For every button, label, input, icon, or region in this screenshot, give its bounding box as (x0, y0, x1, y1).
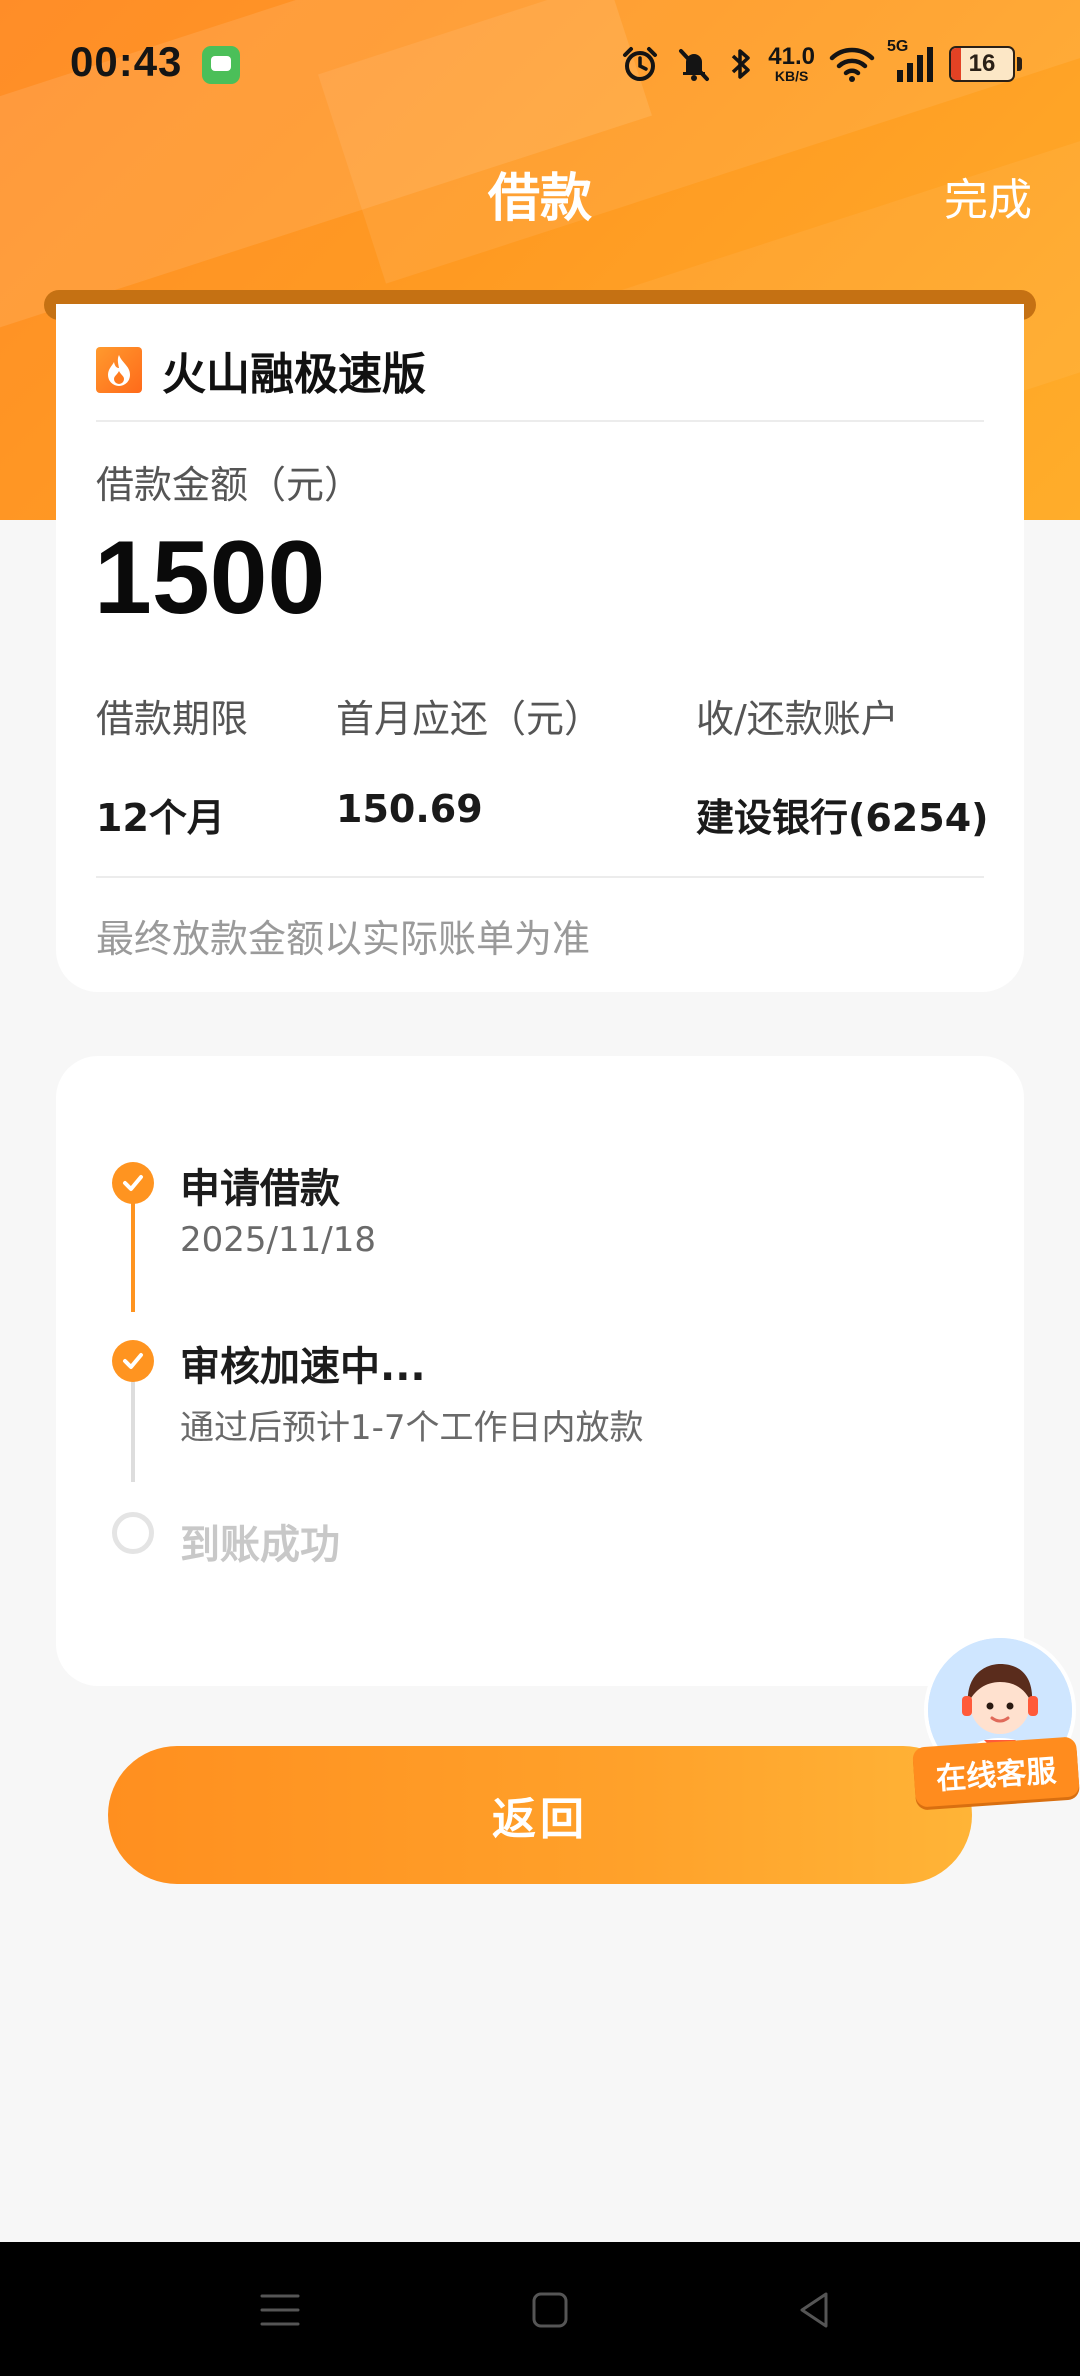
product-header: 火山融极速版 (96, 338, 426, 402)
loan-term-label: 借款期限 (96, 697, 249, 741)
amount-label: 借款金额（元） (96, 463, 363, 507)
divider (96, 876, 984, 878)
online-customer-service-button[interactable]: 在线客服 (910, 1630, 1080, 1820)
step-check-icon (112, 1340, 154, 1382)
loan-amount: 1500 (94, 520, 326, 636)
progress-timeline-card: 申请借款 2025/11/18 审核加速中... 通过后预计1-7个工作日内放款… (56, 1056, 1024, 1686)
back-button[interactable]: 返回 (108, 1746, 972, 1884)
first-repayment-value: 150.69 (336, 787, 483, 831)
mute-bell-icon (674, 44, 714, 84)
done-button[interactable]: 完成 (944, 164, 1032, 228)
step-pending-circle-icon (112, 1512, 154, 1554)
first-repayment-label: 首月应还（元） (336, 697, 603, 741)
loan-term: 借款期限 12个月 (96, 688, 248, 842)
customer-service-label: 在线客服 (912, 1736, 1080, 1808)
flame-logo-icon (96, 347, 142, 393)
loan-term-value: 12个月 (96, 796, 225, 840)
system-navigation-bar (0, 2242, 1080, 2376)
battery-indicator: 16 (949, 46, 1015, 82)
repayment-account-label: 收/还款账户 (696, 697, 899, 741)
menu-nav-icon[interactable] (242, 2272, 318, 2348)
wifi-icon (829, 46, 875, 82)
loan-summary-card: 火山融极速版 借款金额（元） 1500 借款期限 12个月 首月应还（元） 15… (56, 304, 1024, 992)
step-arrival-title: 到账成功 (180, 1522, 340, 1568)
step-check-icon (112, 1162, 154, 1204)
message-notification-icon (202, 46, 240, 84)
loan-details: 借款期限 12个月 首月应还（元） 150.69 收/还款账户 建设银行(625… (96, 688, 989, 840)
disbursement-note: 最终放款金额以实际账单为准 (96, 917, 591, 961)
page-title: 借款 (487, 169, 592, 229)
step-review-title: 审核加速中... (180, 1344, 426, 1390)
cellular-signal-icon: 5G (887, 38, 935, 84)
repayment-account: 收/还款账户 建设银行(6254) (696, 688, 989, 842)
step-review-subtitle: 通过后预计1-7个工作日内放款 (180, 1408, 644, 1448)
back-nav-icon[interactable] (776, 2272, 852, 2348)
step-apply-title: 申请借款 (180, 1166, 340, 1212)
bluetooth-icon (728, 44, 754, 84)
status-time: 00:43 (70, 38, 183, 85)
divider (96, 420, 984, 422)
repayment-account-value: 建设银行(6254) (696, 796, 989, 840)
step-apply-date: 2025/11/18 (180, 1220, 376, 1260)
home-nav-icon[interactable] (512, 2272, 588, 2348)
first-repayment: 首月应还（元） 150.69 (336, 688, 602, 831)
network-speed: 41.0 KB/S (768, 43, 815, 84)
alarm-icon (620, 44, 660, 84)
product-name: 火山融极速版 (162, 349, 426, 400)
status-bar: 00:43 41.0 KB/S 5G 16 (0, 0, 1080, 128)
